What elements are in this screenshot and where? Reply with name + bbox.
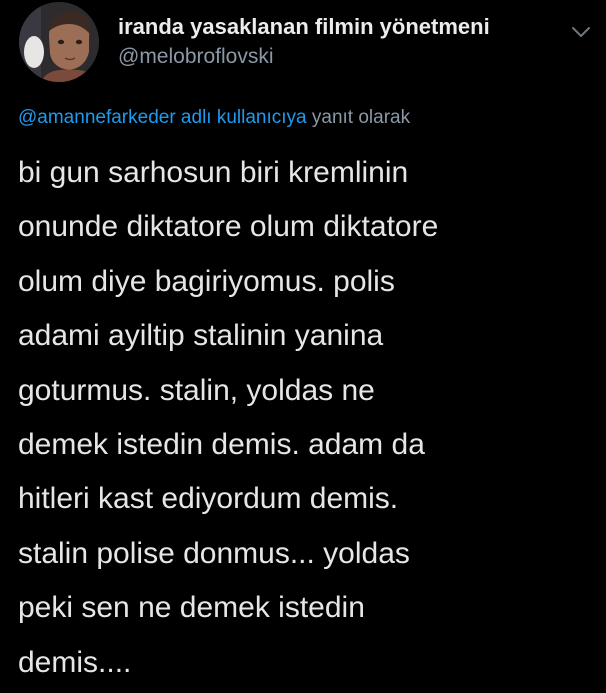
reply-suffix: yanıt olarak [311, 107, 411, 128]
tweet-text: bi gun sarhosun biri kremlinin onunde di… [18, 146, 598, 690]
tweet: iranda yasaklanan filmin yönetmeni @melo… [0, 0, 606, 693]
avatar-image [19, 2, 99, 82]
tweet-text-line: goturmus. stalin, yoldas ne [18, 373, 375, 407]
tweet-text-line: olum diye bagiriyomus. polis [18, 264, 395, 298]
tweet-text-line: peki sen ne demek istedin [18, 591, 365, 625]
tweet-text-line: onunde diktatore olum diktatore [18, 210, 439, 244]
display-name[interactable]: iranda yasaklanan filmin yönetmeni [118, 14, 490, 40]
reply-context: @amannefarkeder adlı kullanıcıya yanıt o… [18, 107, 410, 129]
chevron-down-icon[interactable] [570, 24, 592, 40]
avatar[interactable] [19, 2, 99, 82]
tweet-text-line: demek istedin demis. adam da [18, 427, 425, 461]
tweet-text-line: demis.... [18, 645, 132, 679]
tweet-text-line: adami ayiltip stalinin yanina [18, 319, 384, 353]
tweet-text-line: stalin polise donmus... yoldas [18, 536, 410, 570]
tweet-text-line: bi gun sarhosun biri kremlinin [18, 156, 409, 189]
reply-to-user-link[interactable]: @amannefarkeder adlı kullanıcıya [18, 107, 307, 128]
user-handle[interactable]: @melobroflovski [118, 45, 274, 69]
tweet-text-line: hitleri kast ediyordum demis. [18, 482, 399, 516]
